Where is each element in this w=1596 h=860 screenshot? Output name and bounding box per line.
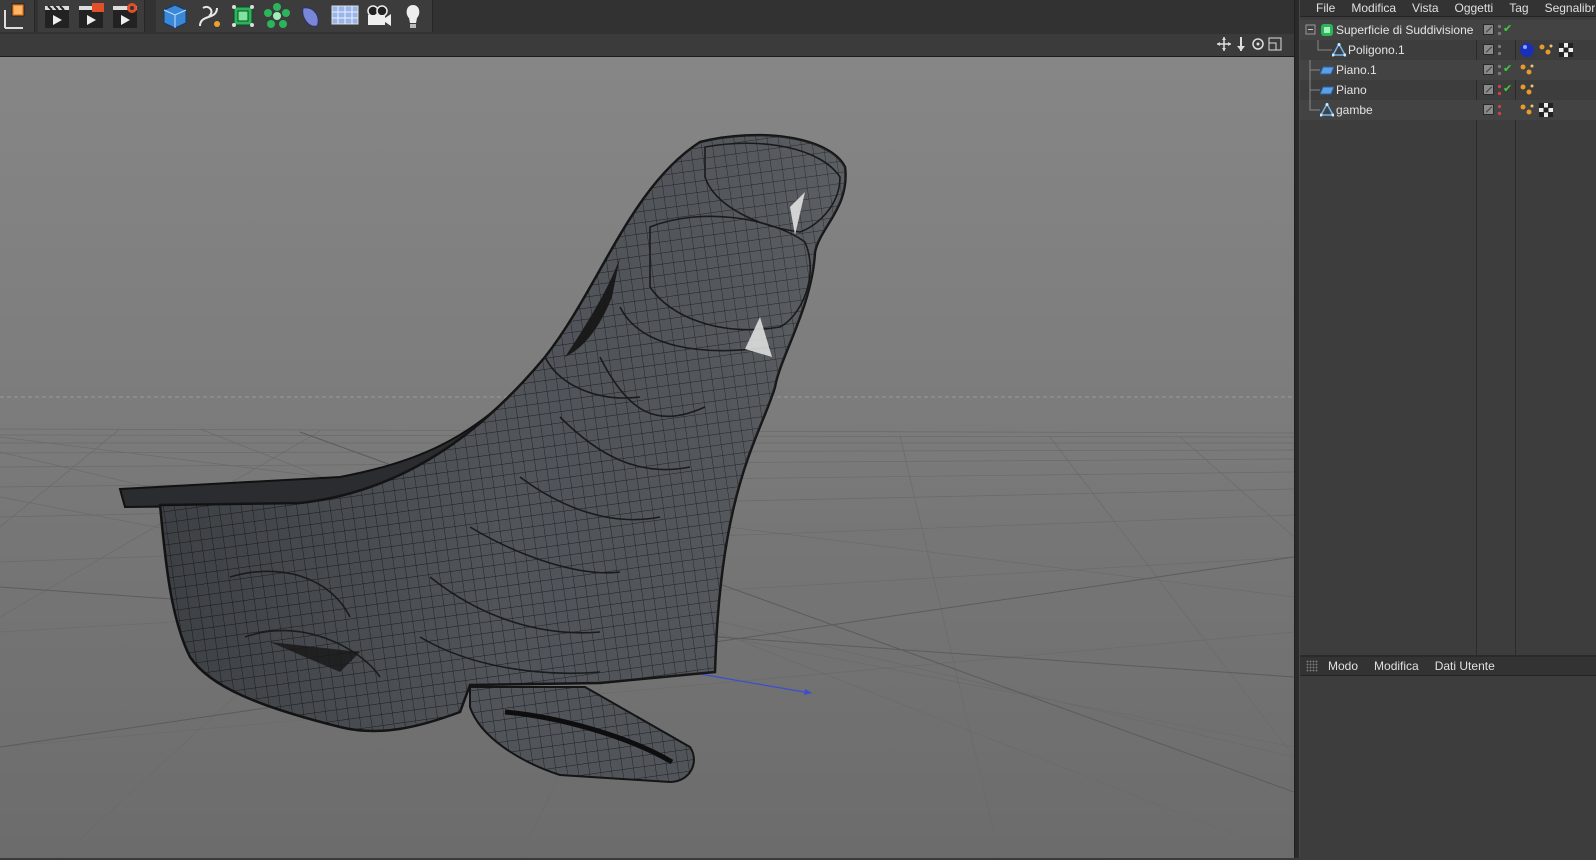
viewport-header: [0, 34, 1294, 57]
menu-modifica[interactable]: Modifica: [1374, 659, 1419, 673]
axis-z-arrow: [804, 689, 812, 695]
coordinate-system-icon[interactable]: [0, 2, 30, 30]
object-row-piano-1[interactable]: Piano.1 ✔: [1300, 60, 1596, 80]
cube-primitive-icon[interactable]: [160, 2, 190, 30]
menu-vista[interactable]: Vista: [1412, 1, 1438, 15]
menu-dati-utente[interactable]: Dati Utente: [1435, 659, 1495, 673]
render-to-picture-viewer-icon[interactable]: [76, 2, 106, 30]
menu-modifica[interactable]: Modifica: [1351, 1, 1396, 15]
attribute-manager-menubar: Modo Modifica Dati Utente: [1300, 657, 1596, 676]
visibility-dots-icon[interactable]: [1497, 83, 1502, 97]
toolbar-group-coordinates: [0, 0, 35, 32]
object-row-piano[interactable]: Piano ✔: [1300, 80, 1596, 100]
rotate-view-icon[interactable]: [1251, 37, 1265, 51]
move-view-icon[interactable]: [1217, 37, 1231, 51]
polygon-object-icon: [1332, 43, 1346, 57]
object-name[interactable]: Piano.1: [1336, 63, 1377, 77]
viewport-navigation: [1217, 37, 1282, 51]
array-generator-icon[interactable]: [262, 2, 292, 30]
tree-connector: [1317, 40, 1332, 51]
layer-visibility-icon[interactable]: [1483, 24, 1494, 35]
object-row-poligono-1[interactable]: Poligono.1: [1300, 40, 1596, 60]
subdivision-surface-icon: [1321, 24, 1333, 36]
menu-file[interactable]: File: [1316, 1, 1335, 15]
checker-texture-icon[interactable]: [1558, 42, 1574, 58]
layer-visibility-icon[interactable]: [1483, 104, 1494, 115]
menu-oggetti[interactable]: Oggetti: [1455, 1, 1494, 15]
menu-segnalibri[interactable]: Segnalibri: [1545, 1, 1596, 15]
object-name[interactable]: gambe: [1336, 103, 1373, 117]
menu-tag[interactable]: Tag: [1509, 1, 1528, 15]
menu-modo[interactable]: Modo: [1328, 659, 1358, 673]
object-manager: File Modifica Vista Oggetti Tag Segnalib…: [1300, 0, 1596, 655]
zoom-view-icon[interactable]: [1234, 37, 1248, 51]
checker-texture-icon[interactable]: [1538, 102, 1554, 118]
visibility-dots-icon[interactable]: [1497, 63, 1502, 77]
visibility-dots-icon[interactable]: [1497, 23, 1502, 37]
plane-object-icon: [1320, 86, 1334, 95]
3d-viewport[interactable]: [0, 57, 1294, 858]
visibility-dots-icon[interactable]: [1497, 43, 1502, 57]
camera-icon[interactable]: [364, 2, 394, 30]
floor-scene-icon[interactable]: [330, 2, 360, 30]
polygon-object-icon: [1320, 103, 1334, 117]
enabled-check-icon[interactable]: ✔: [1503, 22, 1512, 35]
object-manager-menubar: File Modifica Vista Oggetti Tag Segnalib…: [1300, 0, 1596, 17]
phong-tag-icon[interactable]: [1519, 62, 1535, 78]
enabled-check-icon[interactable]: ✔: [1503, 62, 1512, 75]
enabled-check-icon[interactable]: ✔: [1503, 82, 1512, 95]
material-sphere-icon[interactable]: [1519, 42, 1535, 58]
subdivision-surface-icon[interactable]: [228, 2, 258, 30]
phong-tag-icon[interactable]: [1519, 82, 1535, 98]
light-icon[interactable]: [398, 2, 428, 30]
layer-visibility-icon[interactable]: [1483, 84, 1494, 95]
render-view-icon[interactable]: [42, 2, 72, 30]
spline-pen-icon[interactable]: [194, 2, 224, 30]
object-name[interactable]: Piano: [1336, 83, 1367, 97]
phong-tag-icon[interactable]: [1519, 102, 1535, 118]
layer-visibility-icon[interactable]: [1483, 64, 1494, 75]
object-name[interactable]: Poligono.1: [1348, 43, 1405, 57]
collapse-toggle-icon[interactable]: [1304, 20, 1318, 40]
render-settings-icon[interactable]: [110, 2, 140, 30]
deformer-icon[interactable]: [296, 2, 326, 30]
object-tree: Superficie di Suddivisione ✔ Poligono.1 …: [1300, 20, 1596, 655]
main-toolbar: [0, 0, 1294, 34]
visibility-dots-icon[interactable]: [1497, 103, 1502, 117]
toolbar-group-objects: [156, 0, 433, 32]
layer-visibility-icon[interactable]: [1483, 44, 1494, 55]
maximize-view-icon[interactable]: [1268, 37, 1282, 51]
phong-tag-icon[interactable]: [1538, 42, 1554, 58]
object-row-superficie[interactable]: Superficie di Suddivisione ✔: [1300, 20, 1596, 40]
viewport-scene: [0, 133, 1294, 858]
attribute-manager: Modo Modifica Dati Utente: [1300, 655, 1596, 860]
object-name[interactable]: Superficie di Suddivisione: [1336, 23, 1473, 37]
chair-mesh[interactable]: [118, 133, 847, 784]
plane-object-icon: [1320, 66, 1334, 75]
panel-grip-icon[interactable]: [1306, 660, 1318, 672]
object-row-gambe[interactable]: gambe: [1300, 100, 1596, 120]
toolbar-group-render: [38, 0, 145, 32]
